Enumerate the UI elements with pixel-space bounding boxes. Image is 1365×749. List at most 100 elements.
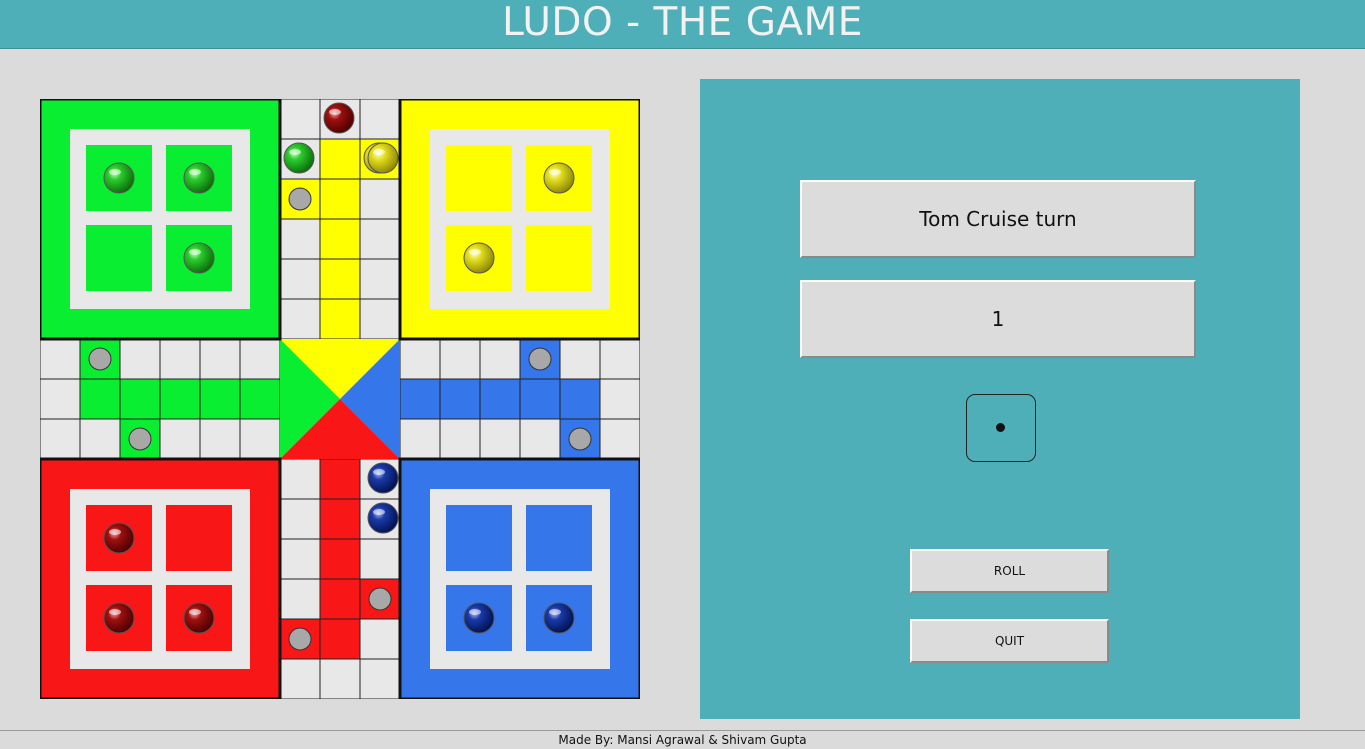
roll-button[interactable]: ROLL [910,549,1109,593]
dice-pip [996,423,1005,432]
track-cell [479,378,521,420]
blue-token-shine [373,469,385,475]
blue-base-slot [526,505,592,571]
track-cell [319,298,361,340]
track-cell [319,258,361,300]
track-cell [279,538,321,580]
track-cell [359,298,401,340]
green-token-shine [289,149,301,155]
track-cell [359,658,401,699]
track-cell [319,138,361,180]
track-cell [399,418,441,460]
ludo-board [40,99,640,699]
track-cell [79,418,121,460]
track-cell [40,418,81,460]
blue-token-shine [549,609,561,615]
yellow-base-slot [526,225,592,291]
blue-token-shine [373,509,385,515]
track-cell [359,258,401,300]
track-cell [279,658,321,699]
red-base-slot [166,505,232,571]
track-cell [519,378,561,420]
safe-spot-marker [128,427,152,451]
track-cell [199,418,241,460]
track-cell [319,538,361,580]
green-token-icon [183,162,215,194]
dice-icon [966,394,1036,462]
green-token-shine [109,169,121,175]
green-token-icon [103,162,135,194]
track-cell [319,178,361,220]
safe-spot-marker [288,187,312,211]
track-cell [559,378,601,420]
safe-spot-marker [288,627,312,651]
track-cell [279,578,321,620]
track-cell [439,378,481,420]
yellow-token-shine [373,149,385,155]
track-cell [479,338,521,380]
track-cell [279,298,321,340]
track-cell [279,498,321,540]
track-cell [79,378,121,420]
green-base-slot [86,225,152,291]
track-cell [359,178,401,220]
track-cell [359,218,401,260]
green-token-icon [283,142,315,174]
control-panel: Tom Cruise turn 1 ROLL QUIT [700,79,1300,719]
track-cell [279,99,321,140]
track-cell [439,418,481,460]
track-cell [119,378,161,420]
track-cell [319,498,361,540]
green-token-shine [189,169,201,175]
safe-spot-marker [528,347,552,371]
track-cell [599,418,640,460]
title-bar: LUDO - THE GAME [0,0,1365,49]
footer-credits: Made By: Mansi Agrawal & Shivam Gupta [0,730,1365,749]
quit-button[interactable]: QUIT [910,619,1109,663]
yellow-base-slot [446,145,512,211]
yellow-token-shine [469,249,481,255]
track-cell [319,658,361,699]
yellow-token-icon [463,242,495,274]
green-token-icon [183,242,215,274]
track-cell [239,418,281,460]
track-cell [159,418,201,460]
track-cell [319,218,361,260]
blue-base-slot [446,505,512,571]
track-cell [279,258,321,300]
track-cell [519,418,561,460]
turn-indicator: Tom Cruise turn [800,180,1196,258]
track-cell [319,618,361,660]
track-cell [199,378,241,420]
track-cell [399,338,441,380]
red-token-shine [329,109,341,115]
board-canvas [40,99,640,699]
track-cell [359,538,401,580]
red-token-shine [189,609,201,615]
track-cell [319,458,361,500]
yellow-token-icon [543,162,575,194]
red-token-shine [109,529,121,535]
track-cell [439,338,481,380]
green-token-shine [189,249,201,255]
red-token-icon [183,602,215,634]
red-token-shine [109,609,121,615]
track-cell [319,578,361,620]
blue-token-shine [469,609,481,615]
track-cell [159,338,201,380]
track-cell [119,338,161,380]
track-cell [599,378,640,420]
track-cell [359,618,401,660]
yellow-token-icon [367,142,399,174]
track-cell [559,338,601,380]
yellow-token-shine [549,169,561,175]
safe-spot-marker [88,347,112,371]
track-cell [599,338,640,380]
game-title: LUDO - THE GAME [502,0,863,45]
track-cell [279,218,321,260]
blue-token-icon [367,502,399,534]
track-cell [239,378,281,420]
track-cell [199,338,241,380]
blue-token-icon [463,602,495,634]
safe-spot-marker [368,587,392,611]
